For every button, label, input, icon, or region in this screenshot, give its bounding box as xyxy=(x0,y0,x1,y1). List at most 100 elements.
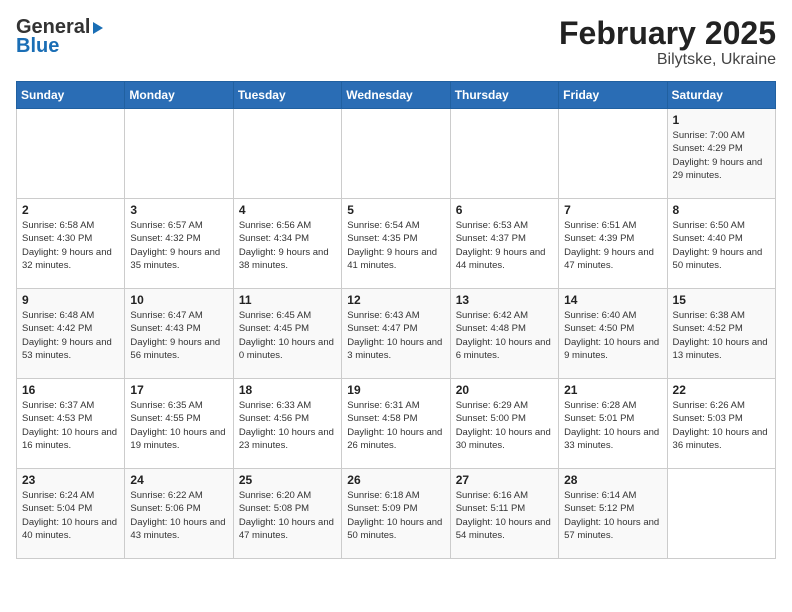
calendar-week-row: 23 Sunrise: 6:24 AM Sunset: 5:04 PM Dayli… xyxy=(17,469,776,559)
day-info: Sunrise: 6:48 AM Sunset: 4:42 PM Dayligh… xyxy=(22,309,119,362)
day-info: Sunrise: 6:37 AM Sunset: 4:53 PM Dayligh… xyxy=(22,399,119,452)
calendar-week-row: 2 Sunrise: 6:58 AM Sunset: 4:30 PM Daylig… xyxy=(17,199,776,289)
calendar-cell: 19Sunrise: 6:31 AM Sunset: 4:58 PM Dayli… xyxy=(342,379,450,469)
calendar-cell: 5 Sunrise: 6:54 AM Sunset: 4:35 PM Daylig… xyxy=(342,199,450,289)
calendar-cell: 22 Sunrise: 6:26 AM Sunset: 5:03 PM Dayli… xyxy=(667,379,775,469)
day-number: 16 xyxy=(22,383,119,397)
calendar-cell xyxy=(233,109,341,199)
calendar-cell: 17 Sunrise: 6:35 AM Sunset: 4:55 PM Dayli… xyxy=(125,379,233,469)
day-info: Sunrise: 6:40 AM Sunset: 4:50 PM Dayligh… xyxy=(564,309,661,362)
weekday-header-row: SundayMondayTuesdayWednesdayThursdayFrid… xyxy=(17,82,776,109)
day-number: 24 xyxy=(130,473,227,487)
calendar-cell: 20 Sunrise: 6:29 AM Sunset: 5:00 PM Dayli… xyxy=(450,379,558,469)
calendar-cell: 12Sunrise: 6:43 AM Sunset: 4:47 PM Dayli… xyxy=(342,289,450,379)
day-number: 6 xyxy=(456,203,553,217)
weekday-header-thursday: Thursday xyxy=(450,82,558,109)
day-info: Sunrise: 6:53 AM Sunset: 4:37 PM Dayligh… xyxy=(456,219,553,272)
logo: General Blue xyxy=(16,16,104,58)
calendar-cell: 7 Sunrise: 6:51 AM Sunset: 4:39 PM Daylig… xyxy=(559,199,667,289)
calendar-cell: 14Sunrise: 6:40 AM Sunset: 4:50 PM Dayli… xyxy=(559,289,667,379)
day-info: Sunrise: 6:33 AM Sunset: 4:56 PM Dayligh… xyxy=(239,399,336,452)
calendar-cell: 15Sunrise: 6:38 AM Sunset: 4:52 PM Dayli… xyxy=(667,289,775,379)
title-block: February 2025 Bilytske, Ukraine xyxy=(559,16,776,69)
day-number: 1 xyxy=(673,113,770,127)
calendar-cell: 10Sunrise: 6:47 AM Sunset: 4:43 PM Dayli… xyxy=(125,289,233,379)
page-header: General Blue February 2025 Bilytske, Ukr… xyxy=(16,16,776,69)
calendar-week-row: 9 Sunrise: 6:48 AM Sunset: 4:42 PM Daylig… xyxy=(17,289,776,379)
calendar-cell xyxy=(559,109,667,199)
calendar-cell: 4 Sunrise: 6:56 AM Sunset: 4:34 PM Daylig… xyxy=(233,199,341,289)
weekday-header-friday: Friday xyxy=(559,82,667,109)
day-number: 4 xyxy=(239,203,336,217)
calendar-cell: 18 Sunrise: 6:33 AM Sunset: 4:56 PM Dayli… xyxy=(233,379,341,469)
calendar-cell: 28Sunrise: 6:14 AM Sunset: 5:12 PM Dayli… xyxy=(559,469,667,559)
day-info: Sunrise: 6:26 AM Sunset: 5:03 PM Dayligh… xyxy=(673,399,770,452)
day-info: Sunrise: 6:14 AM Sunset: 5:12 PM Dayligh… xyxy=(564,489,661,542)
day-info: Sunrise: 6:24 AM Sunset: 5:04 PM Dayligh… xyxy=(22,489,119,542)
day-info: Sunrise: 7:00 AM Sunset: 4:29 PM Dayligh… xyxy=(673,129,770,182)
day-number: 15 xyxy=(673,293,770,307)
day-number: 22 xyxy=(673,383,770,397)
day-number: 8 xyxy=(673,203,770,217)
day-number: 17 xyxy=(130,383,227,397)
calendar-cell: 8 Sunrise: 6:50 AM Sunset: 4:40 PM Daylig… xyxy=(667,199,775,289)
day-number: 20 xyxy=(456,383,553,397)
day-number: 23 xyxy=(22,473,119,487)
day-info: Sunrise: 6:54 AM Sunset: 4:35 PM Dayligh… xyxy=(347,219,444,272)
logo-blue-text: Blue xyxy=(16,35,59,58)
day-number: 13 xyxy=(456,293,553,307)
day-number: 25 xyxy=(239,473,336,487)
calendar-cell: 21 Sunrise: 6:28 AM Sunset: 5:01 PM Dayli… xyxy=(559,379,667,469)
day-number: 7 xyxy=(564,203,661,217)
day-info: Sunrise: 6:42 AM Sunset: 4:48 PM Dayligh… xyxy=(456,309,553,362)
calendar-cell xyxy=(17,109,125,199)
day-info: Sunrise: 6:51 AM Sunset: 4:39 PM Dayligh… xyxy=(564,219,661,272)
calendar-table: SundayMondayTuesdayWednesdayThursdayFrid… xyxy=(16,81,776,559)
day-number: 5 xyxy=(347,203,444,217)
calendar-cell xyxy=(125,109,233,199)
day-number: 2 xyxy=(22,203,119,217)
day-info: Sunrise: 6:56 AM Sunset: 4:34 PM Dayligh… xyxy=(239,219,336,272)
calendar-cell: 11 Sunrise: 6:45 AM Sunset: 4:45 PM Dayli… xyxy=(233,289,341,379)
day-info: Sunrise: 6:28 AM Sunset: 5:01 PM Dayligh… xyxy=(564,399,661,452)
day-info: Sunrise: 6:16 AM Sunset: 5:11 PM Dayligh… xyxy=(456,489,553,542)
calendar-cell: 16 Sunrise: 6:37 AM Sunset: 4:53 PM Dayli… xyxy=(17,379,125,469)
calendar-cell: 26Sunrise: 6:18 AM Sunset: 5:09 PM Dayli… xyxy=(342,469,450,559)
calendar-cell xyxy=(342,109,450,199)
logo-triangle-icon xyxy=(93,22,103,34)
calendar-cell: 9 Sunrise: 6:48 AM Sunset: 4:42 PM Daylig… xyxy=(17,289,125,379)
day-number: 9 xyxy=(22,293,119,307)
day-info: Sunrise: 6:35 AM Sunset: 4:55 PM Dayligh… xyxy=(130,399,227,452)
calendar-cell: 2 Sunrise: 6:58 AM Sunset: 4:30 PM Daylig… xyxy=(17,199,125,289)
calendar-cell: 24Sunrise: 6:22 AM Sunset: 5:06 PM Dayli… xyxy=(125,469,233,559)
calendar-week-row: 1 Sunrise: 7:00 AM Sunset: 4:29 PM Daylig… xyxy=(17,109,776,199)
day-info: Sunrise: 6:58 AM Sunset: 4:30 PM Dayligh… xyxy=(22,219,119,272)
day-number: 11 xyxy=(239,293,336,307)
weekday-header-saturday: Saturday xyxy=(667,82,775,109)
day-number: 26 xyxy=(347,473,444,487)
calendar-cell xyxy=(667,469,775,559)
page-title: February 2025 xyxy=(559,16,776,51)
calendar-cell: 3 Sunrise: 6:57 AM Sunset: 4:32 PM Daylig… xyxy=(125,199,233,289)
weekday-header-monday: Monday xyxy=(125,82,233,109)
day-number: 18 xyxy=(239,383,336,397)
day-info: Sunrise: 6:29 AM Sunset: 5:00 PM Dayligh… xyxy=(456,399,553,452)
day-info: Sunrise: 6:50 AM Sunset: 4:40 PM Dayligh… xyxy=(673,219,770,272)
day-number: 21 xyxy=(564,383,661,397)
weekday-header-sunday: Sunday xyxy=(17,82,125,109)
calendar-cell: 27 Sunrise: 6:16 AM Sunset: 5:11 PM Dayli… xyxy=(450,469,558,559)
weekday-header-wednesday: Wednesday xyxy=(342,82,450,109)
day-number: 19 xyxy=(347,383,444,397)
day-info: Sunrise: 6:57 AM Sunset: 4:32 PM Dayligh… xyxy=(130,219,227,272)
calendar-cell: 6 Sunrise: 6:53 AM Sunset: 4:37 PM Daylig… xyxy=(450,199,558,289)
day-info: Sunrise: 6:43 AM Sunset: 4:47 PM Dayligh… xyxy=(347,309,444,362)
page-subtitle: Bilytske, Ukraine xyxy=(559,51,776,69)
day-info: Sunrise: 6:45 AM Sunset: 4:45 PM Dayligh… xyxy=(239,309,336,362)
calendar-cell: 23 Sunrise: 6:24 AM Sunset: 5:04 PM Dayli… xyxy=(17,469,125,559)
day-number: 10 xyxy=(130,293,227,307)
calendar-cell: 13 Sunrise: 6:42 AM Sunset: 4:48 PM Dayli… xyxy=(450,289,558,379)
day-number: 3 xyxy=(130,203,227,217)
day-number: 27 xyxy=(456,473,553,487)
calendar-week-row: 16 Sunrise: 6:37 AM Sunset: 4:53 PM Dayli… xyxy=(17,379,776,469)
calendar-cell: 1 Sunrise: 7:00 AM Sunset: 4:29 PM Daylig… xyxy=(667,109,775,199)
